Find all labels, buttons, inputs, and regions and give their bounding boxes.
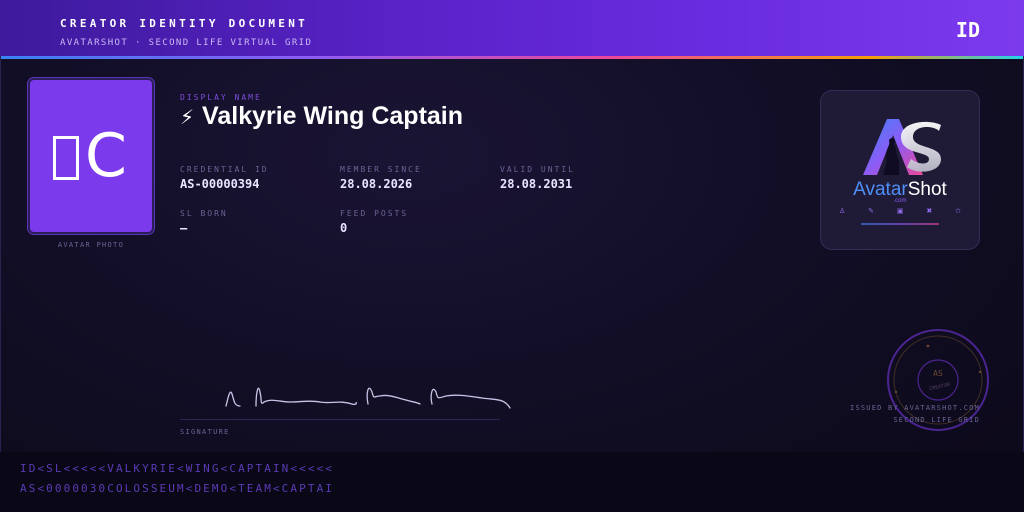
mrz-line-2: AS<0000030COLOSSEUM<DEMO<TEAM<CAPTAI — [20, 482, 335, 495]
seal-sub-text: CREATOR — [929, 382, 952, 392]
signature-label: SIGNATURE — [180, 428, 230, 436]
avatar-photo: C — [28, 78, 154, 234]
member-since-value: 28.08.2026 — [340, 177, 413, 191]
star-icon: ✩ — [955, 207, 961, 215]
sl-born-label: SL BORN — [180, 209, 228, 218]
document-type-badge: ID — [955, 18, 980, 42]
image-icon: ▣ — [896, 207, 904, 215]
header-rainbow-stripe — [0, 56, 1024, 59]
valid-until-label: VALID UNTIL — [500, 165, 575, 174]
valid-until-value: 28.08.2031 — [500, 177, 573, 191]
lightning-bolt-icon: ⚡ — [180, 104, 195, 129]
person-icon: ♙ — [839, 207, 846, 215]
card-header: CREATOR IDENTITY DOCUMENT AVATARSHOT · S… — [0, 0, 1024, 56]
mrz-line-1: ID<SL<<<<<VALKYRIE<WING<CAPTAIN<<<<< — [20, 462, 335, 475]
avatar-initials: C — [53, 121, 129, 191]
missing-glyph-icon — [53, 136, 80, 180]
document-subtitle: AVATARSHOT · SECOND LIFE VIRTUAL GRID — [60, 38, 313, 48]
display-name-label: DISPLAY NAME — [180, 93, 262, 102]
pencil-icon: ✎ — [868, 207, 875, 215]
avatarshot-domain: .com — [893, 198, 907, 204]
feed-posts-value: 0 — [340, 221, 348, 235]
sl-born-value: — — [180, 221, 188, 235]
seal-center-text: AS — [933, 369, 943, 378]
handwritten-signature — [225, 387, 511, 409]
grid-icon: ✖ — [926, 207, 933, 215]
credential-id-label: CREDENTIAL ID — [180, 165, 269, 174]
avatarshot-logo-tile: AvatarShot .com ♙ ✎ ▣ ✖ ✩ — [820, 90, 980, 250]
identity-card: CREATOR IDENTITY DOCUMENT AVATARSHOT · S… — [0, 0, 1024, 512]
feed-posts-label: FEED POSTS — [340, 209, 409, 218]
issued-by-line2: SECOND LIFE GRID — [893, 416, 980, 424]
avatarshot-monogram-icon — [863, 119, 941, 175]
display-name-text: Valkyrie Wing Captain — [202, 102, 464, 130]
logo-tagline-bar — [861, 223, 939, 225]
logo-icon-row: ♙ ✎ ▣ ✖ ✩ — [839, 207, 961, 219]
signature-line — [180, 419, 500, 420]
credential-id-value: AS-00000394 — [180, 177, 260, 191]
avatar-photo-caption: AVATAR PHOTO — [57, 241, 125, 249]
machine-readable-zone: ID<SL<<<<<VALKYRIE<WING<CAPTAIN<<<<< AS<… — [0, 452, 1024, 512]
display-name: ⚡ Valkyrie Wing Captain — [180, 102, 463, 131]
issued-by-line1: ISSUED BY AVATARSHOT.COM — [850, 404, 980, 412]
member-since-label: MEMBER SINCE — [340, 165, 422, 174]
document-title: CREATOR IDENTITY DOCUMENT — [60, 17, 309, 30]
